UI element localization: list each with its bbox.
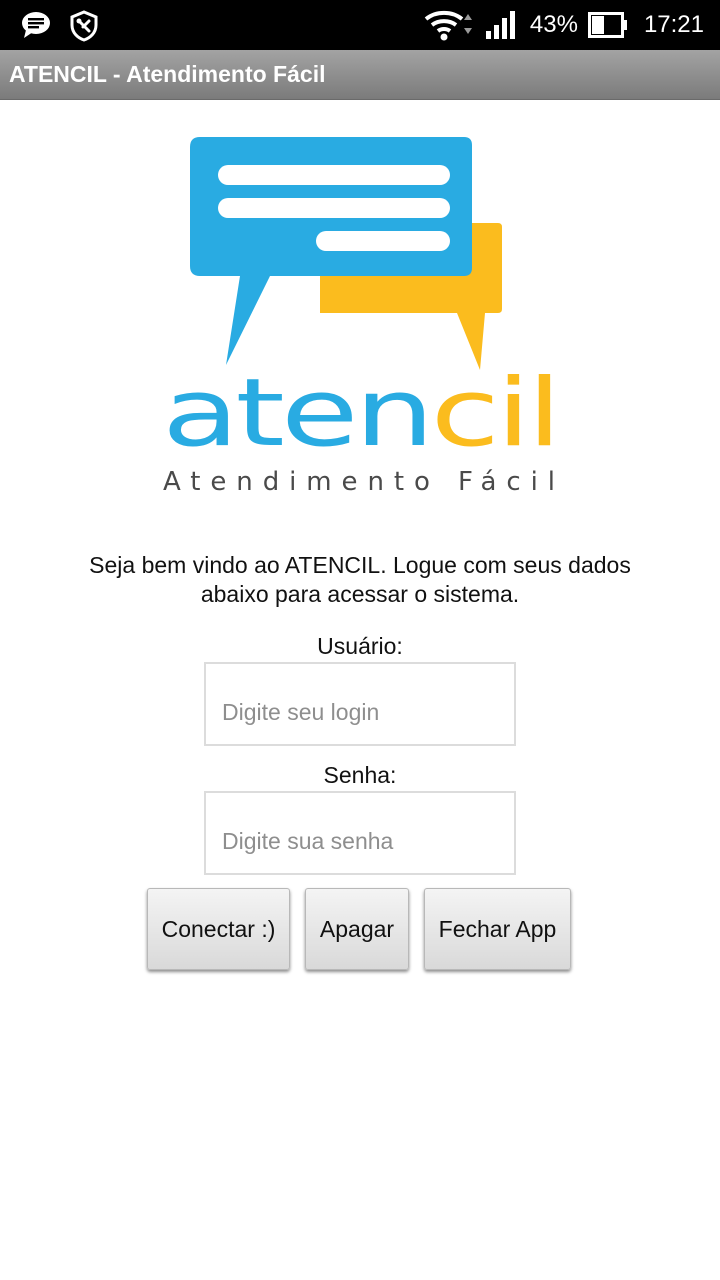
- logo-tagline: Atendimento Fácil: [163, 467, 555, 497]
- status-bar: 43% 17:21: [0, 0, 720, 50]
- wordmark-aten: aten: [162, 359, 430, 468]
- message-icon: [20, 10, 52, 45]
- wordmark-cil: cil: [430, 359, 558, 468]
- password-input[interactable]: [204, 791, 516, 875]
- clock: 17:21: [643, 11, 704, 38]
- clear-button[interactable]: Apagar: [305, 888, 409, 970]
- atencil-logo: aten cil Atendimento Fácil: [160, 135, 561, 500]
- app-title-bar: ATENCIL - Atendimento Fácil: [0, 50, 720, 100]
- battery-icon: [587, 12, 628, 38]
- login-input[interactable]: [204, 662, 516, 746]
- cell-signal-icon: [485, 9, 520, 41]
- shield-icon: [68, 10, 100, 47]
- password-label: Senha:: [323, 762, 397, 788]
- welcome-message: Seja bem vindo ao ATENCIL. Logue com seu…: [60, 551, 660, 609]
- wifi-icon: [424, 8, 476, 42]
- welcome-line-1: Seja bem vindo ao ATENCIL. Logue com seu…: [89, 552, 631, 578]
- connect-button[interactable]: Conectar :): [147, 888, 290, 970]
- close-app-button[interactable]: Fechar App: [424, 888, 571, 970]
- app-title: ATENCIL - Atendimento Fácil: [9, 61, 326, 87]
- welcome-line-2: abaixo para acessar o sistema.: [200, 581, 520, 607]
- battery-percent: 43%: [529, 11, 578, 38]
- user-label: Usuário:: [317, 633, 403, 659]
- svg-text:atencil: aten cil: [162, 359, 558, 468]
